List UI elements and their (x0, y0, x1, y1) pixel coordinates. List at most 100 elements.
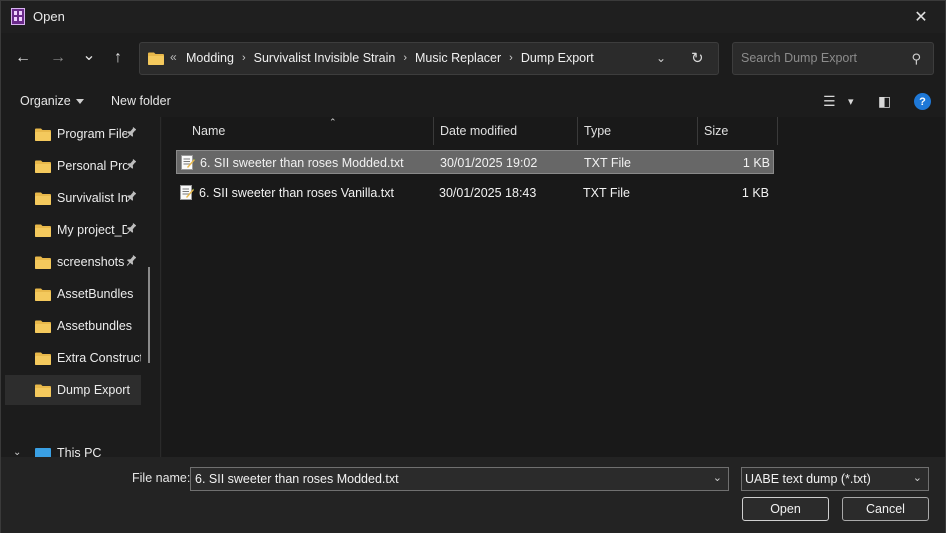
folder-icon (35, 160, 51, 173)
sidebar-item-label: Extra Constructi (57, 351, 141, 365)
cancel-button[interactable]: Cancel (842, 497, 929, 521)
up-button[interactable]: ↑ (106, 46, 130, 70)
search-input[interactable] (741, 51, 901, 65)
file-name-input[interactable] (195, 472, 695, 486)
title-bar: Open ✕ (1, 1, 945, 33)
text-file-icon (181, 155, 196, 170)
folder-icon (35, 192, 51, 205)
navigation-bar: ← → ⌄ ↑ « Modding › Survivalist Invisibl… (1, 33, 945, 85)
pin-icon (126, 127, 137, 142)
pin-icon (126, 255, 137, 270)
chevron-down-icon[interactable]: ⌄ (913, 471, 922, 484)
folder-icon (35, 128, 51, 141)
back-button[interactable]: ← (11, 46, 35, 70)
close-icon: ✕ (914, 8, 928, 26)
up-arrow-icon: ↑ (114, 49, 122, 66)
open-button[interactable]: Open (742, 497, 829, 521)
open-file-dialog: Open ✕ ← → ⌄ ↑ « Modding › Survivalist I… (0, 0, 946, 533)
file-name-cell: 6. SII sweeter than roses Vanilla.txt (199, 186, 395, 200)
pin-icon (126, 223, 137, 238)
recent-locations-button[interactable]: ⌄ (77, 43, 101, 67)
breadcrumb-item[interactable]: Dump Export (521, 51, 594, 65)
sidebar-item-survivalist-inv[interactable]: Survivalist Inv (5, 183, 141, 213)
breadcrumb-item[interactable]: Survivalist Invisible Strain (254, 51, 396, 65)
address-bar[interactable]: « Modding › Survivalist Invisible Strain… (139, 42, 719, 75)
file-size-cell: 1 KB (742, 156, 770, 170)
column-header-date[interactable]: Date modified (434, 117, 578, 145)
window-title: Open (33, 9, 65, 24)
refresh-icon[interactable]: ↻ (691, 49, 704, 67)
sidebar-item-label: screenshots (57, 255, 125, 269)
address-overflow-icon[interactable]: « (170, 50, 177, 64)
help-glyph: ? (919, 95, 926, 108)
sidebar-item-label: My project_D (57, 223, 127, 237)
file-list: Name ⌃ Date modified Type Size 6. SII sw… (162, 117, 945, 457)
address-history-dropdown[interactable]: ⌄ (656, 51, 666, 65)
date-modified-cell: 30/01/2025 19:02 (440, 156, 538, 170)
forward-button[interactable]: → (46, 46, 70, 70)
column-header-type[interactable]: Type (578, 117, 698, 145)
view-options-icon[interactable]: ☰ (823, 93, 836, 110)
sidebar-item-label: Dump Export (57, 383, 130, 397)
pin-icon (126, 191, 137, 206)
close-button[interactable]: ✕ (901, 1, 941, 32)
sidebar-item-label: Program Files (57, 127, 127, 141)
text-file-icon (180, 185, 195, 200)
sidebar-item-screenshots[interactable]: screenshots (5, 247, 141, 277)
folder-icon (35, 256, 51, 269)
file-type-select[interactable]: UABE text dump (*.txt) ⌄ (741, 467, 929, 491)
sidebar-item-assetbundles[interactable]: AssetBundles (5, 279, 141, 309)
dialog-footer: File name: ⌄ UABE text dump (*.txt) ⌄ Op… (1, 457, 945, 533)
sidebar-item-personal-proj[interactable]: Personal Proj (5, 151, 141, 181)
search-icon[interactable]: ⚲ (911, 51, 921, 67)
breadcrumb-separator-icon[interactable]: › (242, 52, 246, 64)
sidebar-item-this-pc[interactable]: This PC (57, 446, 101, 457)
view-dropdown-icon[interactable]: ▾ (848, 95, 854, 108)
back-arrow-icon: ← (15, 49, 31, 66)
breadcrumb: Modding › Survivalist Invisible Strain ›… (186, 51, 594, 65)
chevron-down-icon[interactable]: ⌄ (713, 471, 722, 484)
breadcrumb-separator-icon[interactable]: › (509, 52, 513, 64)
sidebar-item-dump-export[interactable]: Dump Export (5, 375, 141, 405)
sidebar-item-extra-constructi[interactable]: Extra Constructi (5, 343, 141, 373)
caret-down-icon (75, 99, 84, 105)
sidebar-item-label: AssetBundles (57, 287, 134, 301)
sidebar-item-my-project-d[interactable]: My project_D (5, 215, 141, 245)
column-name-label: Name (192, 124, 226, 138)
preview-pane-icon[interactable]: ◧ (878, 93, 891, 110)
command-bar: Organize New folder ☰ ▾ ◧ ? (1, 85, 945, 117)
sort-ascending-icon: ⌃ (329, 117, 337, 127)
new-folder-label: New folder (111, 94, 171, 108)
column-header-name[interactable]: Name ⌃ (186, 117, 434, 145)
sidebar-item-assetbundles[interactable]: Assetbundles (5, 311, 141, 341)
breadcrumb-separator-icon[interactable]: › (403, 52, 407, 64)
cancel-button-label: Cancel (866, 502, 905, 516)
folder-icon (35, 384, 51, 397)
folder-icon (35, 288, 51, 301)
search-box[interactable]: ⚲ (732, 42, 934, 75)
date-modified-cell: 30/01/2025 18:43 (439, 186, 537, 200)
sidebar-item-program-files[interactable]: Program Files (5, 119, 141, 149)
file-row[interactable]: 6. SII sweeter than roses Modded.txt 30/0… (176, 150, 774, 174)
forward-arrow-icon: → (50, 49, 66, 66)
folder-icon (148, 52, 164, 65)
computer-icon (35, 448, 51, 457)
column-type-label: Type (584, 124, 612, 138)
help-icon[interactable]: ? (914, 93, 931, 110)
breadcrumb-item[interactable]: Modding (186, 51, 234, 65)
file-type-value: UABE text dump (*.txt) (745, 472, 871, 486)
column-size-label: Size (704, 124, 729, 138)
sidebar-item-label: Personal Proj (57, 159, 127, 173)
sidebar-item-label: Assetbundles (57, 319, 133, 333)
breadcrumb-item[interactable]: Music Replacer (415, 51, 501, 65)
chevron-down-icon[interactable]: ⌄ (13, 447, 21, 457)
file-row[interactable]: 6. SII sweeter than roses Vanilla.txt 30/… (176, 181, 774, 205)
sidebar-scrollbar[interactable] (148, 267, 150, 363)
folder-icon (35, 224, 51, 237)
new-folder-button[interactable]: New folder (111, 94, 171, 108)
file-type-cell: TXT File (583, 186, 630, 200)
organize-button[interactable]: Organize (20, 94, 84, 108)
column-header-size[interactable]: Size (698, 117, 778, 145)
file-name-label: File name: (132, 471, 191, 485)
file-name-combobox[interactable]: ⌄ (190, 467, 729, 491)
